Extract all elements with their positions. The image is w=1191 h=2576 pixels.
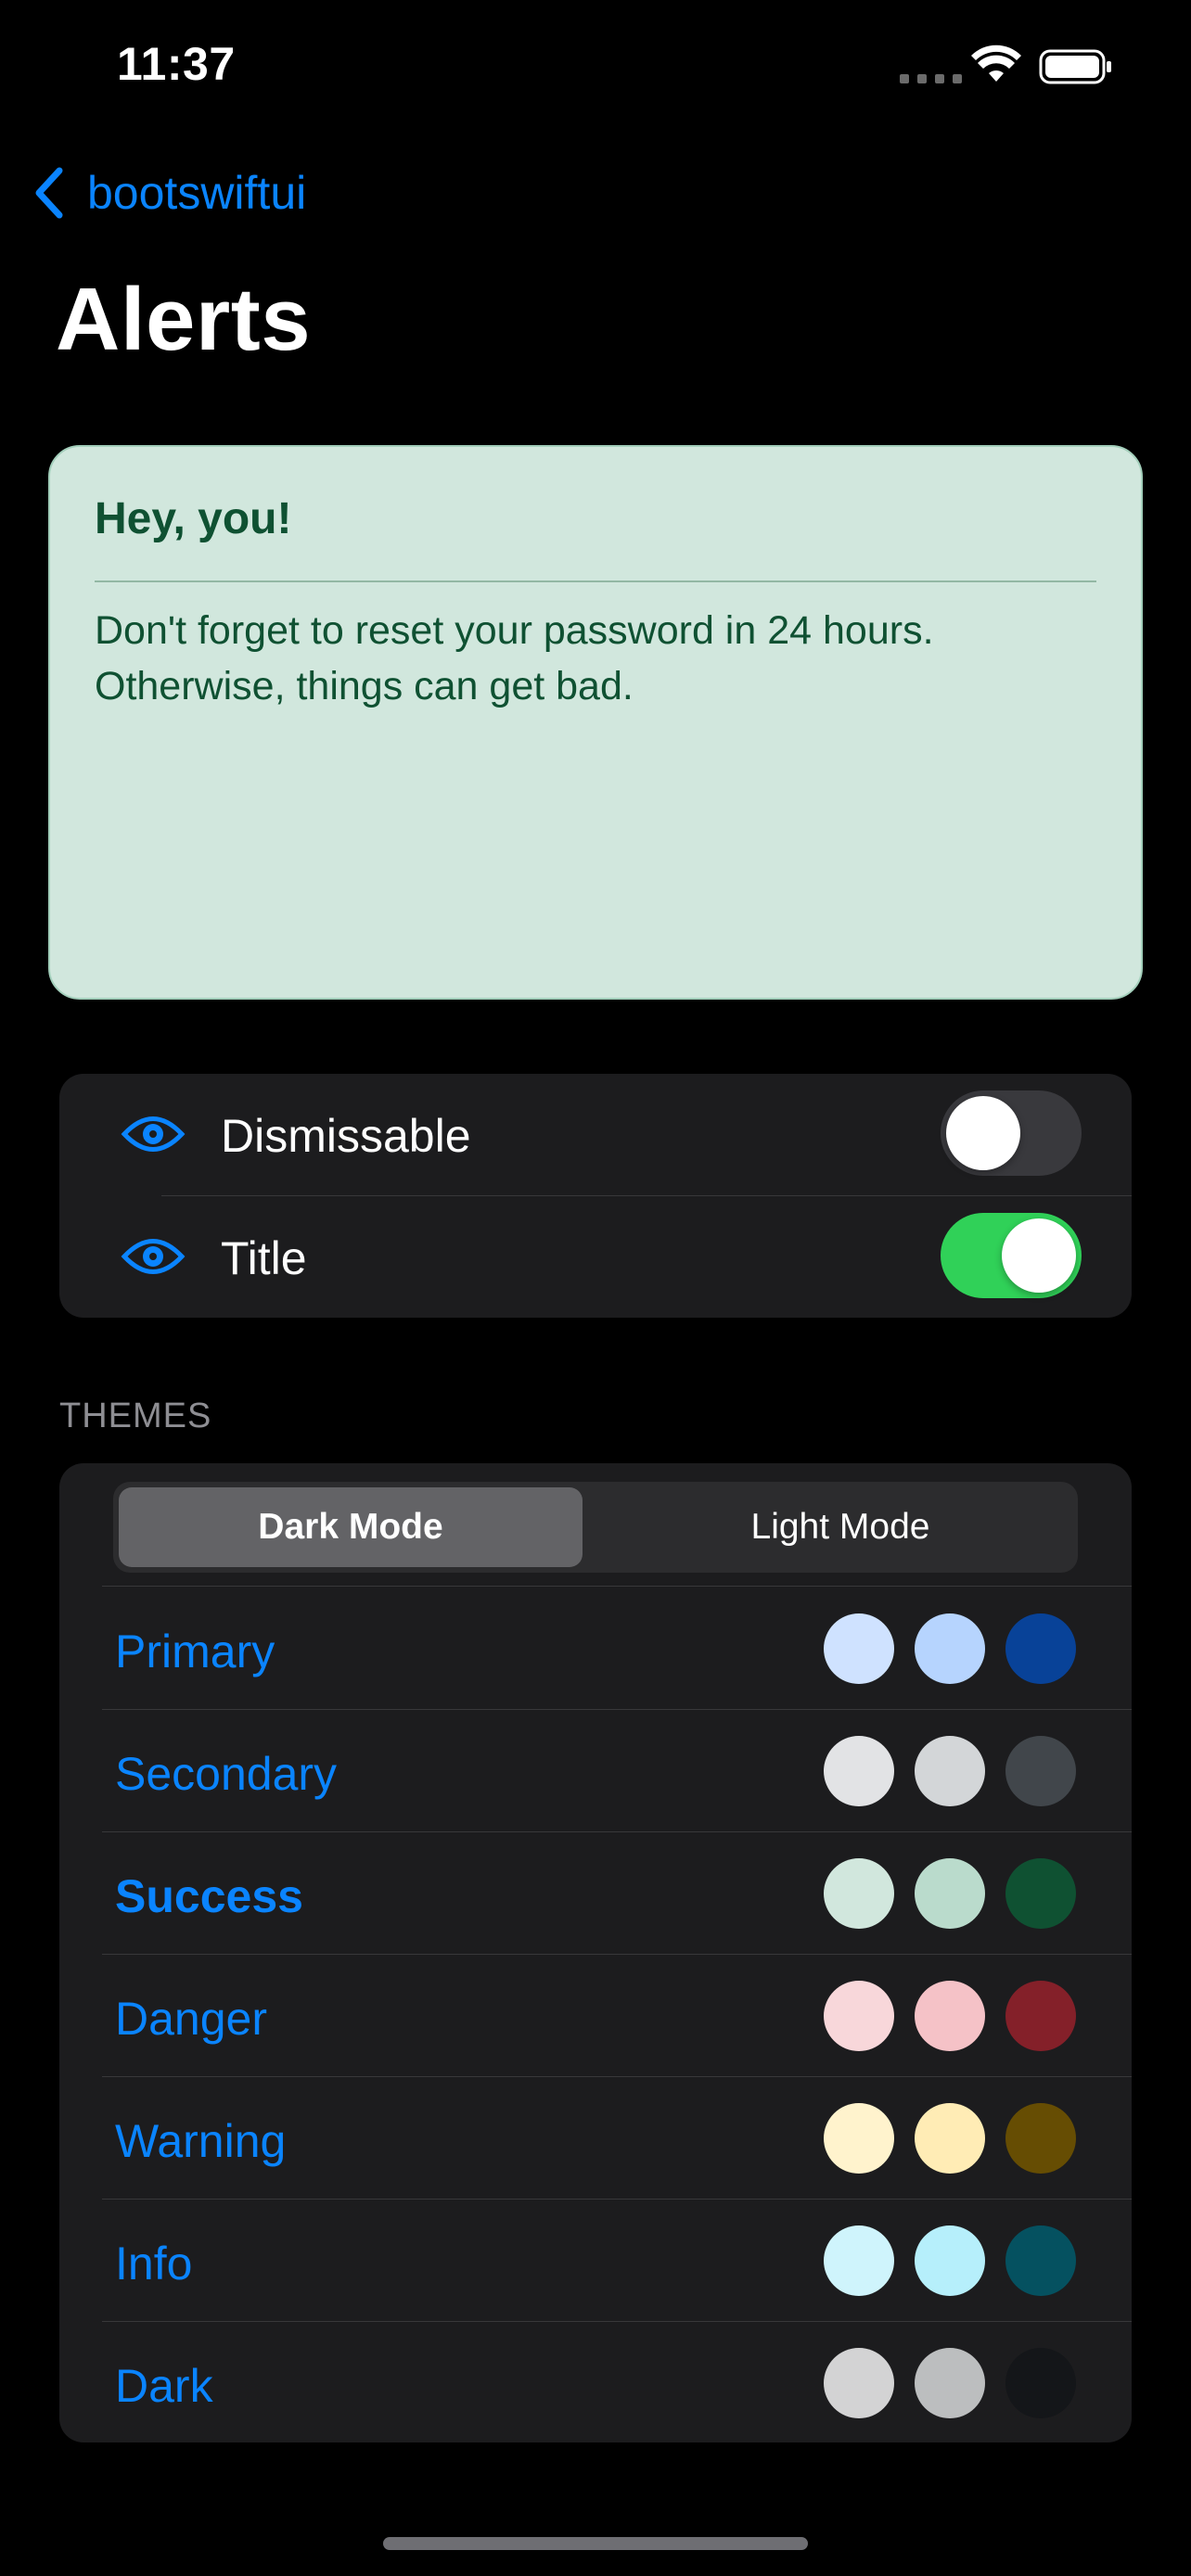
- theme-row-secondary[interactable]: Secondary: [59, 1710, 1132, 1832]
- color-swatch: [1005, 1613, 1076, 1684]
- eye-icon: [121, 1116, 186, 1152]
- color-swatch: [915, 2225, 985, 2296]
- color-swatch: [824, 2103, 894, 2174]
- color-swatch: [1005, 1858, 1076, 1929]
- theme-label: Dark: [115, 2360, 213, 2412]
- color-swatch: [824, 1981, 894, 2051]
- themes-group: Dark Mode Light Mode Primary Secondary Suc…: [59, 1463, 1132, 2442]
- back-button[interactable]: bootswiftui: [32, 163, 306, 223]
- status-time: 11:37: [117, 38, 236, 90]
- color-swatch: [915, 2103, 985, 2174]
- back-button-label: bootswiftui: [87, 167, 307, 219]
- page-title: Alerts: [56, 270, 312, 369]
- dismissable-switch[interactable]: [941, 1090, 1082, 1176]
- color-swatch: [824, 2348, 894, 2418]
- title-switch[interactable]: [941, 1213, 1082, 1298]
- color-swatches: [824, 1736, 1076, 1806]
- theme-label: Warning: [115, 2115, 287, 2167]
- toggle-row-dismissable: Dismissable: [59, 1074, 1132, 1196]
- battery-icon: [1039, 49, 1111, 84]
- color-swatch: [915, 1858, 985, 1929]
- home-indicator: [383, 2537, 808, 2550]
- theme-row-success[interactable]: Success: [59, 1832, 1132, 1955]
- theme-label: Primary: [115, 1626, 275, 1677]
- theme-row-primary[interactable]: Primary: [59, 1588, 1132, 1710]
- eye-icon: [121, 1239, 186, 1274]
- color-swatch: [824, 1858, 894, 1929]
- themes-section-header: THEMES: [59, 1396, 212, 1435]
- alert-divider: [95, 580, 1096, 582]
- color-swatch: [824, 2225, 894, 2296]
- color-swatch: [1005, 2225, 1076, 2296]
- color-swatches: [824, 2225, 1076, 2296]
- color-swatches: [824, 2348, 1076, 2418]
- color-swatch: [824, 1613, 894, 1684]
- theme-row-dark[interactable]: Dark: [59, 2322, 1132, 2444]
- status-bar: 11:37: [0, 0, 1191, 139]
- wifi-icon: [971, 45, 1021, 82]
- row-divider: [102, 1586, 1132, 1587]
- appearance-segmented-control: Dark Mode Light Mode: [113, 1482, 1078, 1573]
- color-swatch: [1005, 2103, 1076, 2174]
- theme-label: Secondary: [115, 1748, 338, 1800]
- color-swatch: [1005, 1736, 1076, 1806]
- color-swatches: [824, 1858, 1076, 1929]
- theme-row-danger[interactable]: Danger: [59, 1955, 1132, 2077]
- chevron-left-icon: [35, 167, 63, 219]
- alert-body: Don't forget to reset your password in 2…: [95, 608, 934, 708]
- color-swatch: [915, 2348, 985, 2418]
- theme-row-warning[interactable]: Warning: [59, 2077, 1132, 2200]
- toggle-label-title: Title: [221, 1232, 307, 1284]
- color-swatch: [915, 1736, 985, 1806]
- toggle-row-title: Title: [59, 1196, 1132, 1318]
- cellular-signal-icon: [900, 74, 962, 83]
- toggle-label-dismissable: Dismissable: [221, 1110, 471, 1162]
- color-swatch: [1005, 1981, 1076, 2051]
- alert-title: Hey, you!: [95, 494, 292, 543]
- color-swatch: [915, 1981, 985, 2051]
- color-swatch: [824, 1736, 894, 1806]
- color-swatch: [915, 1613, 985, 1684]
- color-swatches: [824, 1981, 1076, 2051]
- color-swatches: [824, 2103, 1076, 2174]
- segment-light-mode[interactable]: Light Mode: [608, 1487, 1072, 1567]
- theme-label: Danger: [115, 1993, 267, 2045]
- switch-knob: [1002, 1218, 1076, 1293]
- color-swatch: [1005, 2348, 1076, 2418]
- theme-row-info[interactable]: Info: [59, 2200, 1132, 2322]
- alert-preview: Hey, you! Don't forget to reset your pas…: [48, 445, 1143, 1000]
- theme-label: Info: [115, 2238, 193, 2289]
- options-group: Dismissable Title: [59, 1074, 1132, 1318]
- color-swatches: [824, 1613, 1076, 1684]
- theme-label: Success: [115, 1870, 303, 1922]
- segment-dark-mode[interactable]: Dark Mode: [119, 1487, 583, 1567]
- switch-knob: [946, 1096, 1020, 1170]
